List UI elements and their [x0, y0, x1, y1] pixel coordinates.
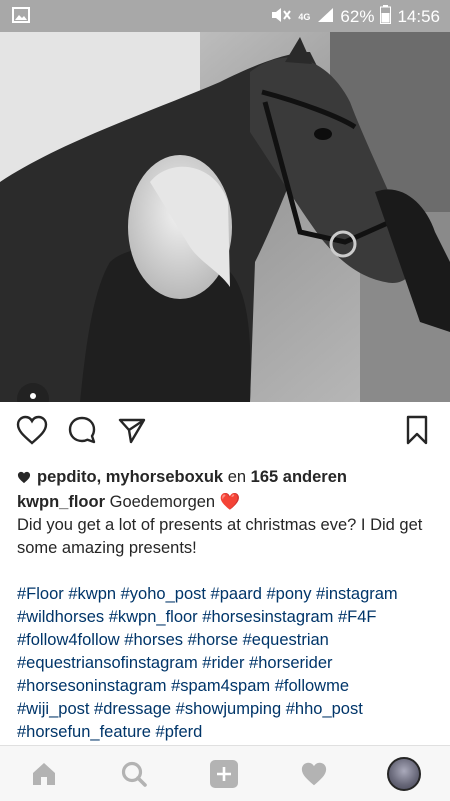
clock: 14:56 [397, 7, 440, 26]
likes-connector: en [227, 468, 247, 486]
avatar [387, 757, 421, 791]
hashtag-line[interactable]: #wiji_post #dressage #showjumping #hho_p… [17, 698, 437, 721]
bookmark-icon[interactable] [399, 412, 435, 448]
small-heart-icon [17, 471, 31, 484]
hashtag-line[interactable]: #equestriansofinstagram #rider #horserid… [17, 652, 437, 675]
status-bar: 4G 62% 14:56 [0, 0, 450, 32]
hashtag-line[interactable]: #wildhorses #kwpn_floor #horsesinstagram… [17, 606, 437, 629]
network-label: 4G [298, 11, 311, 22]
post-caption: kwpn_floor Goedemorgen ❤️ Did you get a … [17, 491, 437, 744]
caption-greeting: Goedemorgen [109, 493, 216, 511]
caption-text: Did you get a lot of presents at christm… [17, 516, 423, 557]
heart-icon[interactable] [14, 412, 50, 448]
hashtag-line[interactable]: #horsefun_feature #pferd [17, 721, 437, 744]
signal-icon [316, 7, 334, 28]
likes-summary[interactable]: pepdito, myhorseboxuk en 165 anderen [17, 468, 347, 487]
profile-avatar[interactable] [386, 756, 422, 792]
battery-icon [380, 5, 392, 29]
home-icon[interactable] [26, 756, 62, 792]
heart-emoji: ❤️ [219, 493, 241, 511]
activity-heart-icon[interactable] [296, 756, 332, 792]
horse-and-rider-photo [0, 32, 450, 402]
hashtags: #Floor #kwpn #yoho_post #paard #pony #in… [17, 583, 437, 744]
hashtag-line[interactable]: #follow4follow #horses #horse #equestria… [17, 629, 437, 652]
post-photo[interactable] [0, 32, 450, 402]
image-icon [12, 7, 30, 28]
caption-username[interactable]: kwpn_floor [17, 493, 105, 511]
search-icon[interactable] [116, 756, 152, 792]
comment-icon[interactable] [64, 412, 100, 448]
mute-icon [270, 6, 292, 29]
hashtag-line[interactable]: #Floor #kwpn #yoho_post #paard #pony #in… [17, 583, 437, 606]
battery-percent: 62% [340, 7, 375, 26]
direct-share-icon[interactable] [114, 412, 150, 448]
post-action-bar [0, 402, 450, 458]
hashtag-line[interactable]: #horsesoninstagram #spam4spam #followme [17, 675, 437, 698]
others-count[interactable]: 165 anderen [251, 468, 347, 486]
bottom-nav [0, 745, 450, 801]
add-icon[interactable] [206, 756, 242, 792]
liked-by-names[interactable]: pepdito, myhorseboxuk [37, 468, 223, 486]
